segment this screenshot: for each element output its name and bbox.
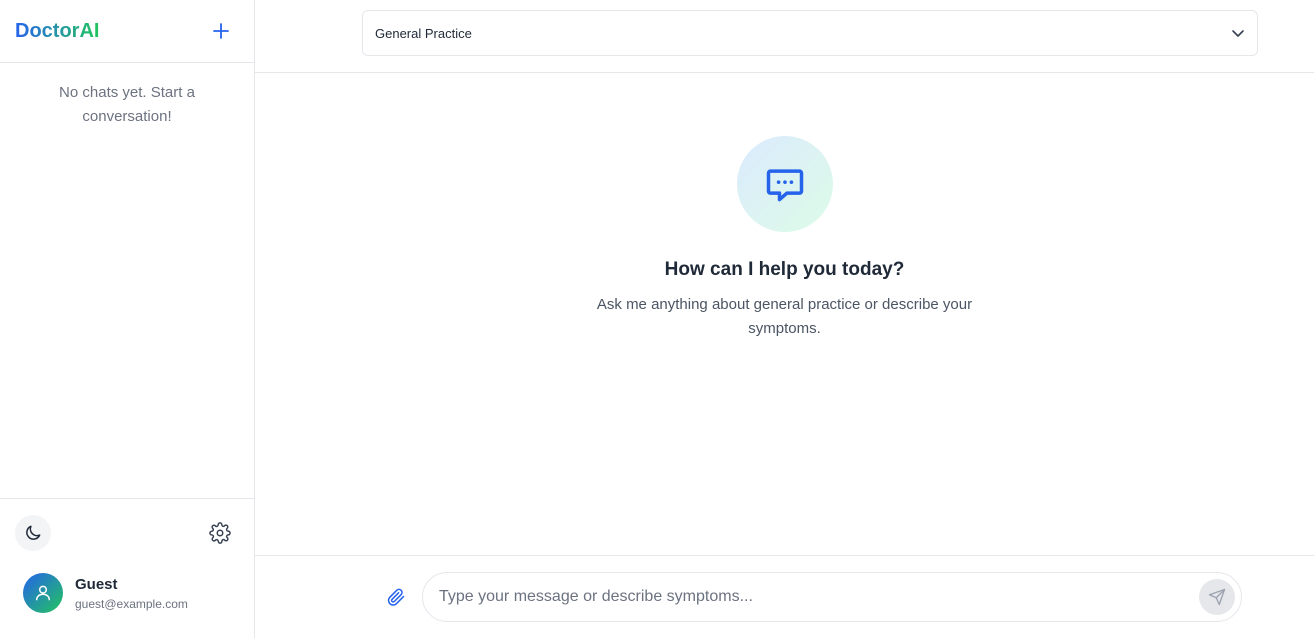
- composer: [255, 555, 1314, 638]
- empty-chats-message: No chats yet. Start a conversation!: [59, 84, 195, 125]
- send-button[interactable]: [1199, 579, 1235, 615]
- moon-icon: [26, 525, 41, 540]
- user-profile[interactable]: Guest guest@example.com: [0, 551, 254, 613]
- theme-toggle-button[interactable]: [15, 515, 51, 551]
- settings-button[interactable]: [208, 521, 232, 545]
- main-panel: General Practice How can I help you toda…: [255, 0, 1314, 638]
- welcome-icon-circle: [736, 136, 833, 232]
- welcome-title: How can I help you today?: [664, 259, 905, 280]
- welcome-subtitle: Ask me anything about general practice o…: [596, 296, 973, 337]
- app-root: DoctorAI No chats yet. Start a conversat…: [0, 0, 1314, 638]
- message-input[interactable]: [439, 588, 1199, 606]
- chevron-down-icon: [1232, 30, 1244, 37]
- user-name: Guest: [75, 575, 118, 593]
- chat-bubble-icon: [766, 169, 803, 202]
- user-email: guest@example.com: [75, 596, 188, 611]
- sidebar-footer: Guest guest@example.com: [0, 498, 254, 638]
- plus-icon: [213, 23, 229, 39]
- specialty-select[interactable]: General Practice: [362, 10, 1258, 56]
- attach-button[interactable]: [385, 586, 407, 608]
- paperclip-icon: [387, 588, 405, 606]
- chat-area: How can I help you today? Ask me anythin…: [255, 73, 1314, 555]
- message-input-wrapper: [422, 572, 1242, 622]
- gear-icon: [209, 522, 231, 544]
- sidebar: DoctorAI No chats yet. Start a conversat…: [0, 0, 255, 638]
- specialty-selected-value: General Practice: [375, 25, 472, 41]
- send-icon: [1208, 588, 1226, 606]
- footer-controls: [0, 499, 254, 551]
- chat-list: No chats yet. Start a conversation!: [0, 63, 254, 498]
- new-chat-button[interactable]: [210, 20, 232, 42]
- sidebar-header: DoctorAI: [0, 0, 254, 63]
- avatar: [23, 573, 63, 613]
- user-icon: [36, 585, 50, 601]
- user-info: Guest guest@example.com: [75, 576, 188, 611]
- topbar: General Practice: [255, 0, 1314, 73]
- brand-logo[interactable]: DoctorAI: [15, 20, 99, 43]
